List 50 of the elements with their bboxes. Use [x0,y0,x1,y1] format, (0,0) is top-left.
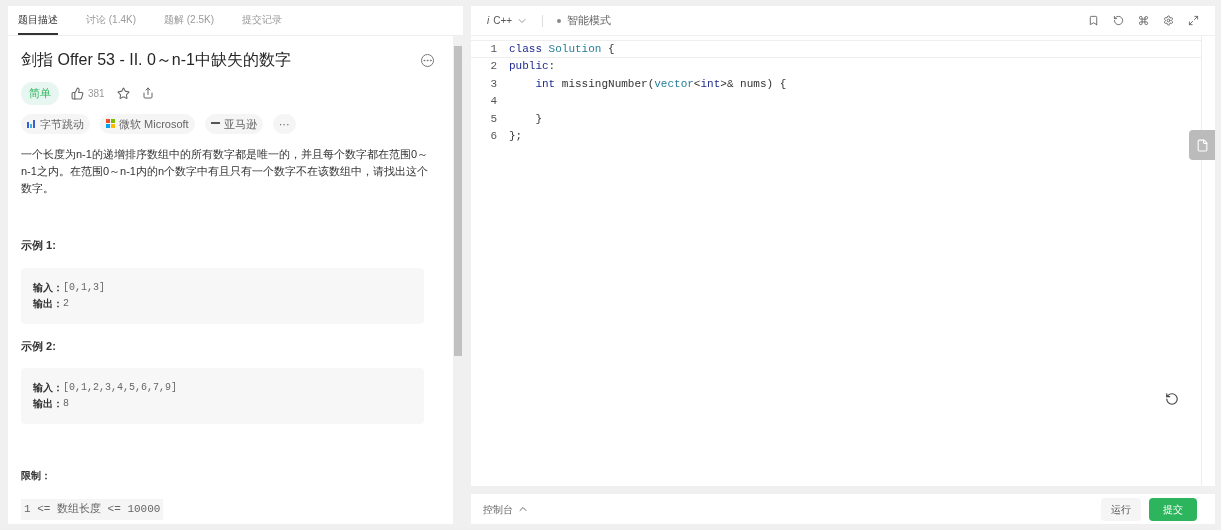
problem-title: 剑指 Offer 53 - II. 0～n-1中缺失的数字 [21,50,291,70]
thumbs-up-icon[interactable] [71,86,84,100]
line-number: 2 [489,59,498,74]
problem-description: 一个长度为n-1的递增排序数组中的所有数字都是唯一的，并且每个数字都在范围0～n-1之内。在范围0～n-1内的n个数字中有且只有一个数字不在该数组中，请找出这个数字。 [21,147,430,196]
difficulty-tag: 简单 [21,82,59,105]
code-line: }; [509,129,523,144]
code-line: int missingNumber(vector<int>& nums) { [534,76,787,92]
output-label: 输出： [33,397,63,411]
line-number: 4 [489,94,498,109]
output-label: 输出： [33,296,63,311]
line-number: 5 [489,111,498,127]
settings-icon[interactable] [1163,15,1174,26]
mode-toggle[interactable]: 智能模式 [557,12,612,29]
company-tag[interactable]: 微软 Microsoft [100,113,195,134]
limit-text: 1 <= 数组长度 <= 10000 [21,499,164,520]
company-tag[interactable]: ··· [272,113,296,134]
tab[interactable]: 题目描述 [18,12,58,35]
input-label: 输入： [33,280,63,295]
dash-icon [210,122,220,126]
code-line: public: [509,59,556,74]
tab[interactable]: 讨论 (1.4K) [86,12,136,35]
code-line: class Solution { [509,41,615,57]
output-value: 8 [63,397,69,411]
language-select[interactable]: i C++ [487,13,529,28]
example-heading: 示例 1: [21,238,57,253]
example-heading: 示例 2: [21,338,57,354]
share-icon[interactable] [141,87,154,100]
bookmark-icon[interactable] [1088,15,1099,26]
like-count: 381 [88,86,105,101]
input-value: [0,1,3] [63,280,105,295]
input-label: 输入： [33,381,63,395]
expand-icon[interactable] [1188,15,1199,26]
reset-icon[interactable] [1113,15,1124,26]
star-icon[interactable] [116,86,130,100]
code-line: } [534,111,542,127]
input-value: [0,1,2,3,4,5,6,7,9] [63,381,178,395]
run-button[interactable]: 运行 [1101,497,1141,521]
line-number: 6 [489,129,498,144]
company-tag[interactable]: 亚马逊 [204,113,263,134]
tab[interactable]: 提交记录 [242,12,283,35]
tab[interactable]: 题解 (2.5K) [164,12,215,35]
squares-icon [106,119,115,129]
output-value: 2 [63,296,69,311]
limits-heading: 限制： [21,469,52,483]
command-icon[interactable] [1138,15,1149,26]
console-toggle[interactable]: 控制台 [483,501,529,517]
bar-chart-icon [27,119,36,128]
line-number: 1 [489,41,498,57]
line-number: 3 [489,76,498,92]
company-tag[interactable]: 字节跳动 [21,113,90,134]
